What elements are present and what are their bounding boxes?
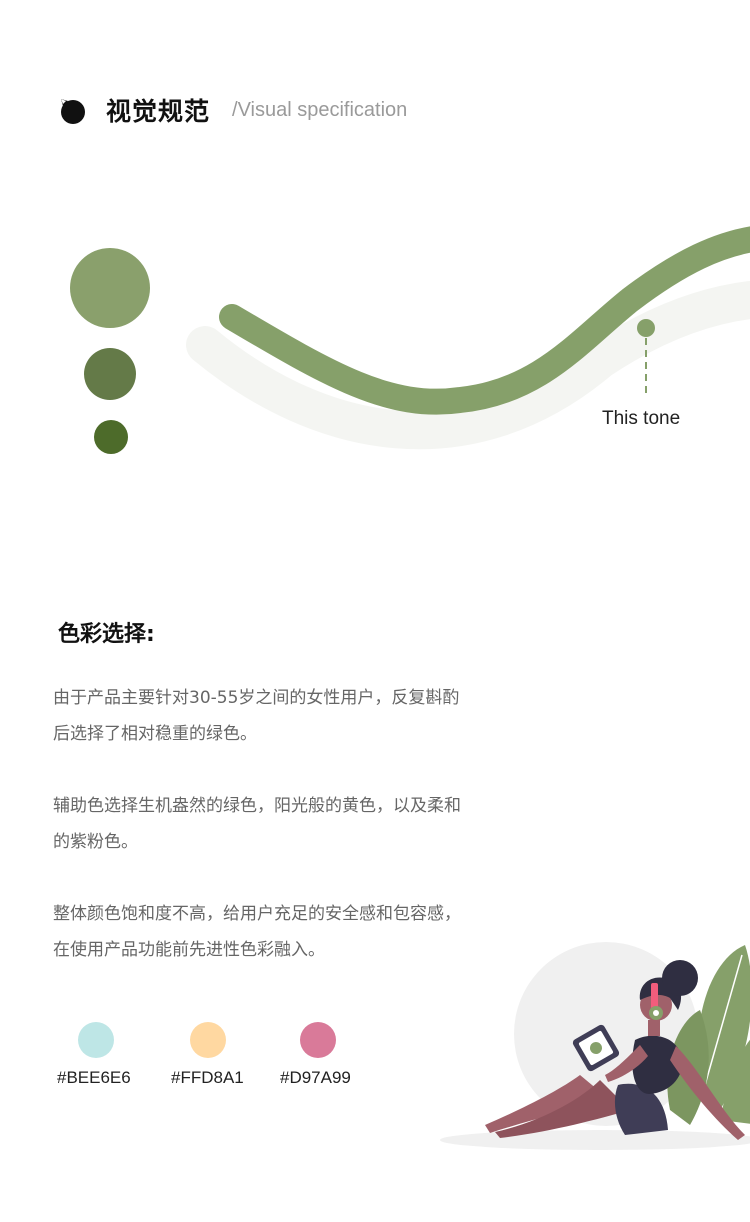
paragraph-3: 整体颜色饱和度不高，给用户充足的安全感和包容感，在使用产品功能前先进性色彩融入。 bbox=[53, 904, 461, 960]
section-title: 色彩选择: bbox=[58, 622, 155, 647]
paragraph-1: 由于产品主要针对30-55岁之间的女性用户，反复斟酌后选择了相对稳重的绿色。 bbox=[53, 688, 460, 744]
paragraph-2: 辅助色选择生机盎然的绿色，阳光般的黄色，以及柔和的紫粉色。 bbox=[53, 796, 461, 852]
swatch-label-cyan: #BEE6E6 bbox=[57, 1068, 131, 1087]
neck bbox=[648, 1020, 660, 1036]
cat-head-icon bbox=[61, 99, 85, 124]
tone-label: This tone bbox=[602, 408, 681, 429]
tone-circle-medium bbox=[84, 348, 136, 400]
tone-hero-graphic bbox=[70, 226, 750, 454]
swatch-label-pink: #D97A99 bbox=[280, 1068, 351, 1087]
woman-reading-illustration bbox=[440, 942, 750, 1150]
tone-marker-dot bbox=[637, 319, 655, 337]
page-subtitle: /Visual specification bbox=[232, 98, 408, 121]
tone-circle-small bbox=[94, 420, 128, 454]
swatch-yellow bbox=[190, 1022, 226, 1058]
swatch-label-yellow: #FFD8A1 bbox=[171, 1068, 244, 1087]
tone-circle-large bbox=[70, 248, 150, 328]
page-title: 视觉规范 bbox=[106, 97, 211, 126]
ground-shadow bbox=[440, 1130, 750, 1150]
page-header: 视觉规范 /Visual specification bbox=[58, 88, 407, 132]
hair-bun bbox=[662, 960, 698, 996]
swatch-pink bbox=[300, 1022, 336, 1058]
swatch-cyan bbox=[78, 1022, 114, 1058]
